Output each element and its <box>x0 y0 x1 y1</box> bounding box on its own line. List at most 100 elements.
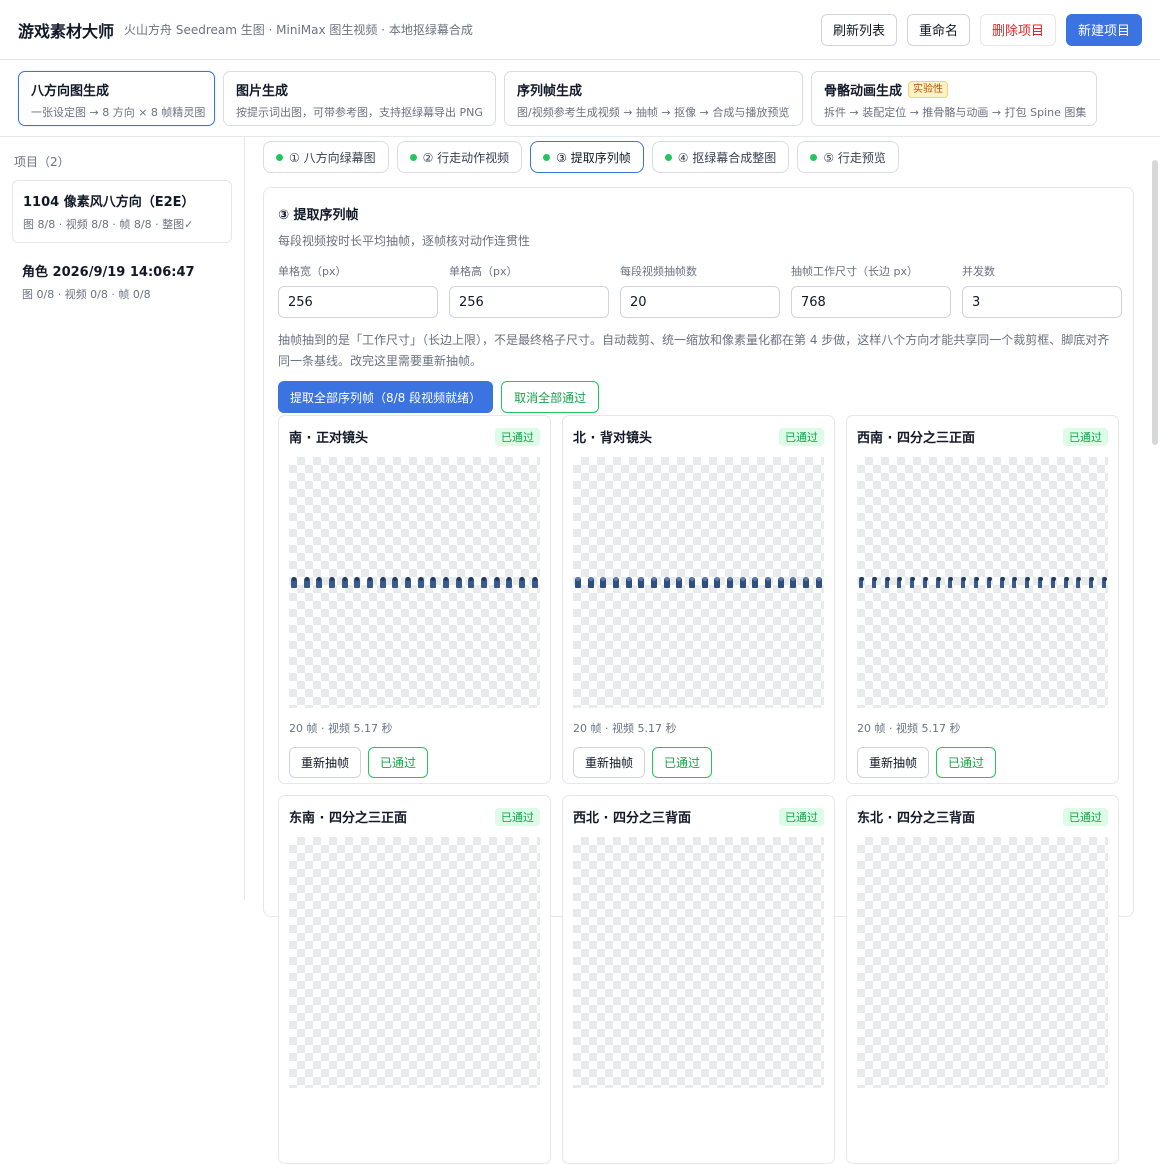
sprite-frame <box>974 577 980 588</box>
mode-tab-sequence[interactable]: 序列帧生成 图/视频参考生成视频 → 抽帧 → 抠像 → 合成与播放预览 <box>504 71 803 126</box>
sprite-frame <box>600 577 607 588</box>
card-header: 东南 · 四分之三正面 已通过 <box>289 807 540 826</box>
sprite-frame <box>701 577 708 588</box>
sprite-frame <box>961 577 967 588</box>
mode-title: 图片生成 <box>236 84 289 99</box>
passed-toggle-button[interactable]: 已通过 <box>936 747 997 778</box>
sprite-frame <box>587 577 594 588</box>
concurrency-input[interactable] <box>962 286 1122 318</box>
card-header: 东北 · 四分之三背面 已通过 <box>857 807 1108 826</box>
project-item[interactable]: 1104 像素风八方向（E2E） 图 8/8 · 视频 8/8 · 帧 8/8 … <box>12 180 232 243</box>
work-size-field: 抽帧工作尺寸（长边 px） <box>791 263 951 318</box>
sprite-frame <box>519 577 526 588</box>
sprite-frame <box>405 577 412 588</box>
project-meta: 图 8/8 · 视频 8/8 · 帧 8/8 · 整图✓ <box>23 218 194 231</box>
step-label: ② 行走动作视频 <box>422 150 510 165</box>
direction-card: 东北 · 四分之三背面 已通过 <box>846 795 1119 1164</box>
delete-project-button[interactable]: 删除项目 <box>979 13 1056 46</box>
direction-title: 西南 · 四分之三正面 <box>857 431 975 446</box>
frame-meta: 20 帧 · 视频 5.17 秒 <box>573 722 677 735</box>
re-extract-button[interactable]: 重新抽帧 <box>573 747 646 778</box>
step-label: ④ 抠绿幕合成整图 <box>677 150 777 165</box>
passed-toggle-button[interactable]: 已通过 <box>368 747 429 778</box>
sprite-frame <box>859 577 864 588</box>
cell-height-field: 单格高（px） <box>449 263 609 318</box>
re-extract-button[interactable]: 重新抽帧 <box>289 747 362 778</box>
rename-button[interactable]: 重命名 <box>906 13 970 46</box>
status-dot-icon <box>810 153 818 161</box>
sprite-frame <box>803 577 810 588</box>
extract-all-button[interactable]: 提取全部序列帧（8/8 段视频就绪） <box>278 381 494 413</box>
step-tab-1[interactable]: ① 八方向绿幕图 <box>263 141 389 173</box>
sprite-frame <box>897 577 903 588</box>
sprite-frame <box>777 577 784 588</box>
sprite-frame <box>638 577 645 588</box>
field-label: 并发数 <box>962 265 995 278</box>
direction-title: 西北 · 四分之三背面 <box>573 811 691 826</box>
cell-width-input[interactable] <box>278 286 438 318</box>
sprite-frame <box>884 577 890 588</box>
card-header: 西北 · 四分之三背面 已通过 <box>573 807 824 826</box>
sprite-frame <box>663 577 670 588</box>
mode-tab-skeleton[interactable]: 骨骼动画生成 实验性 拆件 → 装配定位 → 推骨骼与动画 → 打包 Spine… <box>811 71 1097 126</box>
sprite-frame <box>714 577 721 588</box>
sprite-frame <box>291 577 297 588</box>
re-extract-button[interactable]: 重新抽帧 <box>857 747 930 778</box>
refresh-list-button[interactable]: 刷新列表 <box>820 13 897 46</box>
sprite-frame <box>613 577 620 588</box>
work-size-input[interactable] <box>791 286 951 318</box>
mode-tabs: 八方向图生成 一张设定图 → 8 方向 × 8 帧精灵图 图片生成 按提示词出图… <box>0 60 1160 137</box>
cancel-all-pass-button[interactable]: 取消全部通过 <box>501 381 600 413</box>
sprite-frame <box>910 577 916 588</box>
mode-desc: 一张设定图 → 8 方向 × 8 帧精灵图 <box>31 106 206 119</box>
sprite-frame <box>765 577 772 588</box>
frame-strip-preview <box>857 457 1108 708</box>
status-dot-icon <box>409 153 417 161</box>
sprite-frame <box>948 577 954 588</box>
sprite-frame <box>303 577 310 588</box>
direction-card: 东南 · 四分之三正面 已通过 <box>278 795 551 1164</box>
passed-toggle-button[interactable]: 已通过 <box>652 747 713 778</box>
frames-per-video-input[interactable] <box>620 286 780 318</box>
sprite-frame <box>790 577 797 588</box>
frame-meta: 20 帧 · 视频 5.17 秒 <box>289 722 393 735</box>
sprite-frame <box>341 577 348 588</box>
mode-tab-eight-direction[interactable]: 八方向图生成 一张设定图 → 8 方向 × 8 帧精灵图 <box>18 71 215 126</box>
step-tabs: ① 八方向绿幕图 ② 行走动作视频 ③ 提取序列帧 ④ 抠绿幕合成整图 ⑤ 行走… <box>263 141 899 173</box>
sprite-frame <box>468 577 475 588</box>
step-tab-4[interactable]: ④ 抠绿幕合成整图 <box>651 141 790 173</box>
sprite-frame <box>752 577 759 588</box>
step-tab-2[interactable]: ② 行走动作视频 <box>396 141 523 173</box>
frame-strip <box>575 576 822 588</box>
project-item[interactable]: 角色 2026/9/19 14:06:47 图 0/8 · 视频 0/8 · 帧… <box>12 251 232 312</box>
mode-tab-image[interactable]: 图片生成 按提示词出图，可带参考图，支持抠绿幕导出 PNG <box>223 71 496 126</box>
sprite-frame <box>354 577 361 588</box>
cell-width-field: 单格宽（px） <box>278 263 438 318</box>
concurrency-field: 并发数 <box>962 263 1122 318</box>
field-label: 单格宽（px） <box>278 265 347 278</box>
new-project-button[interactable]: 新建项目 <box>1065 13 1142 46</box>
card-actions: 重新抽帧 已通过 <box>573 747 824 778</box>
card-header: 西南 · 四分之三正面 已通过 <box>857 427 1108 446</box>
step-tab-5[interactable]: ⑤ 行走预览 <box>797 141 899 173</box>
sprite-frame <box>1089 577 1095 588</box>
direction-title: 东南 · 四分之三正面 <box>289 811 407 826</box>
sprite-frame <box>506 577 513 588</box>
step-label: ① 八方向绿幕图 <box>289 150 376 165</box>
sprite-frame <box>871 577 877 588</box>
cell-height-input[interactable] <box>449 286 609 318</box>
direction-card: 北 · 背对镜头 已通过 20 帧 · 视频 5.17 秒 重新抽帧 已通过 <box>562 415 835 784</box>
frame-strip-preview <box>857 837 1108 1088</box>
sprite-frame <box>1076 577 1082 588</box>
sprite-frame <box>379 577 386 588</box>
sprite-frame <box>986 577 992 588</box>
project-meta: 图 0/8 · 视频 0/8 · 帧 0/8 <box>22 288 151 301</box>
sprite-frame <box>575 577 581 588</box>
sprite-frame <box>676 577 683 588</box>
sprite-frame <box>493 577 500 588</box>
status-dot-icon <box>276 153 283 161</box>
page-scrollbar[interactable] <box>1152 160 1158 445</box>
step-tab-3[interactable]: ③ 提取序列帧 <box>530 141 644 173</box>
card-actions: 重新抽帧 已通过 <box>289 747 540 778</box>
mode-title: 骨骼动画生成 <box>824 84 903 99</box>
